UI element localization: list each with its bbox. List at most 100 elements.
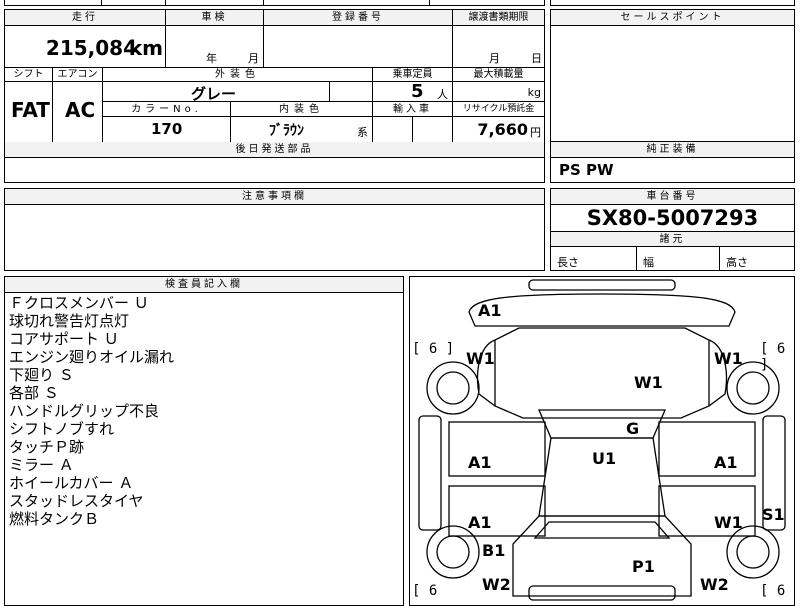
note-line: タッチＰ跡	[9, 438, 85, 456]
mark-w2-left: W2	[482, 575, 511, 594]
inspector-notes-box: 検査員記入欄 Ｆクロスメンバー Ｕ 球切れ警告灯点灯 コアサポート Ｕ エンジン…	[4, 276, 404, 606]
tire-tread-front-left: [ 6 ]	[412, 341, 455, 357]
max-load-header: 最大積載量	[453, 67, 544, 82]
note-line: ミラー Ａ	[9, 456, 74, 474]
chassis-number: SX80-5007293	[586, 206, 759, 230]
mileage-value: 215,084	[45, 36, 137, 60]
car-diagram-box: A1 [ 6 ] [ 6 ] W1 W1 W1 G U1 A1 A1 A1 W1…	[409, 276, 795, 606]
caution-box: 注意事項欄	[4, 188, 545, 271]
note-line: エンジン廻りオイル漏れ	[9, 348, 175, 366]
equipment-header: 純正装備	[551, 142, 794, 158]
mark-w1-left: W1	[466, 349, 495, 368]
interior-color-suffix: 系	[357, 126, 368, 139]
car-diagram	[418, 279, 786, 601]
mark-a1-right-door: A1	[714, 453, 738, 472]
interior-color-header: 内装色	[231, 102, 373, 117]
import-cell-2	[413, 117, 453, 142]
mark-w2-right: W2	[700, 575, 729, 594]
note-line: 各部 Ｓ	[9, 384, 59, 402]
wheel-rear-left	[426, 525, 480, 579]
mileage-header: 走行	[5, 10, 166, 26]
tire-tread-front-right: [ 6 ]	[760, 341, 786, 373]
right-front-door	[658, 421, 756, 477]
inspector-header: 検査員記入欄	[5, 277, 403, 293]
interior-color-cell: ﾌﾞﾗｳﾝ 系	[231, 117, 373, 142]
dim-length: 長さ	[551, 247, 637, 270]
exterior-color-value: グレー	[191, 85, 237, 103]
later-parts-body	[5, 158, 544, 182]
caution-header: 注意事項欄	[5, 189, 544, 205]
import-cell	[373, 117, 413, 142]
inspector-notes-list: Ｆクロスメンバー Ｕ 球切れ警告灯点灯 コアサポート Ｕ エンジン廻りオイル漏れ…	[9, 294, 174, 528]
shift-cell: FAT	[5, 82, 53, 142]
registration-cell	[264, 26, 453, 67]
recycle-value: 7,660	[477, 120, 528, 139]
color-no-value: 170	[151, 120, 183, 138]
dim-height-label: 高さ	[726, 256, 748, 269]
ac-cell: AC	[53, 82, 103, 142]
shift-value: FAT	[11, 98, 50, 122]
top-strip	[4, 0, 545, 6]
capacity-cell: 5 人	[373, 81, 453, 102]
note-line: 燃料タンクＢ	[9, 510, 100, 528]
chassis-box: 車台番号 SX80-5007293 諸元 長さ 幅 高さ	[550, 188, 795, 271]
windshield-outline	[538, 409, 666, 439]
inspection-year-label: 年	[206, 52, 217, 65]
equipment-box: 純正装備 PS PW	[550, 141, 795, 183]
dim-height: 高さ	[720, 247, 794, 270]
inspection-cell: 年 月	[166, 26, 264, 67]
mark-a1-left-door: A1	[468, 453, 492, 472]
front-bumper-outline	[528, 279, 676, 291]
inspection-header: 車検	[166, 10, 264, 26]
tire-tread-rear-left: [ 6	[412, 583, 438, 599]
mileage-unit: km	[128, 36, 163, 60]
mark-b1-left: B1	[482, 541, 506, 560]
capacity-unit: 人	[437, 88, 448, 101]
mark-g-windshield: G	[626, 419, 640, 438]
shift-header: シフト	[5, 67, 53, 82]
note-line: ハンドルグリップ不良	[9, 402, 160, 420]
dim-length-label: 長さ	[557, 256, 579, 269]
note-line: シフトノブすれ	[9, 420, 115, 438]
exterior-color-cell: グレー	[103, 82, 330, 103]
mark-w1-right: W1	[714, 349, 743, 368]
vehicle-info-table: 走行 車検 登録番号 譲渡書類期限 215,084 km 年 月 月 日 シフト…	[4, 9, 545, 183]
top-strip-right	[550, 0, 795, 6]
mark-a1-left-rear-door: A1	[468, 513, 492, 532]
sales-point-header: セールスポイント	[551, 10, 794, 26]
note-line: ホイールカバー Ａ	[9, 474, 134, 492]
rear-bumper	[528, 585, 676, 601]
dim-width-label: 幅	[643, 256, 654, 269]
tire-tread-rear-right: [ 6	[760, 583, 786, 599]
dimensions-header: 諸元	[551, 231, 794, 247]
color-no-header: カラーNo.	[103, 102, 231, 117]
note-line: スタッドレスタイヤ	[9, 492, 144, 510]
ac-header: エアコン	[53, 67, 103, 82]
transfer-deadline-header: 譲渡書類期限	[453, 10, 544, 26]
recycle-header: リサイクル預託金	[453, 102, 544, 117]
mark-u1-roof: U1	[592, 449, 617, 468]
note-line: 下廻り Ｓ	[9, 366, 74, 384]
capacity-value: 5	[411, 81, 424, 102]
dim-width: 幅	[637, 247, 720, 270]
wheel-front-left	[426, 361, 480, 415]
recycle-unit: 円	[530, 126, 541, 139]
sales-point-box: セールスポイント	[550, 9, 795, 143]
exterior-extra-cell	[330, 82, 373, 102]
max-load-unit: kg	[527, 86, 541, 99]
mark-w1-hood: W1	[634, 373, 663, 392]
later-parts-header: 後日発送部品	[5, 142, 544, 158]
note-line: コアサポート Ｕ	[9, 330, 119, 348]
left-rocker	[418, 415, 442, 531]
exterior-color-header: 外装色	[103, 67, 373, 82]
mileage-cell: 215,084 km	[5, 26, 166, 67]
mark-a1-front: A1	[478, 301, 502, 320]
max-load-cell: kg	[453, 82, 544, 102]
note-line: Ｆクロスメンバー Ｕ	[9, 294, 149, 312]
inspection-month-label: 月	[248, 52, 259, 65]
hood-outline	[494, 327, 710, 419]
transfer-month-label: 月	[489, 52, 500, 65]
interior-color-value: ﾌﾞﾗｳﾝ	[269, 123, 304, 139]
import-header: 輸入車	[373, 102, 453, 117]
registration-header: 登録番号	[264, 10, 453, 26]
